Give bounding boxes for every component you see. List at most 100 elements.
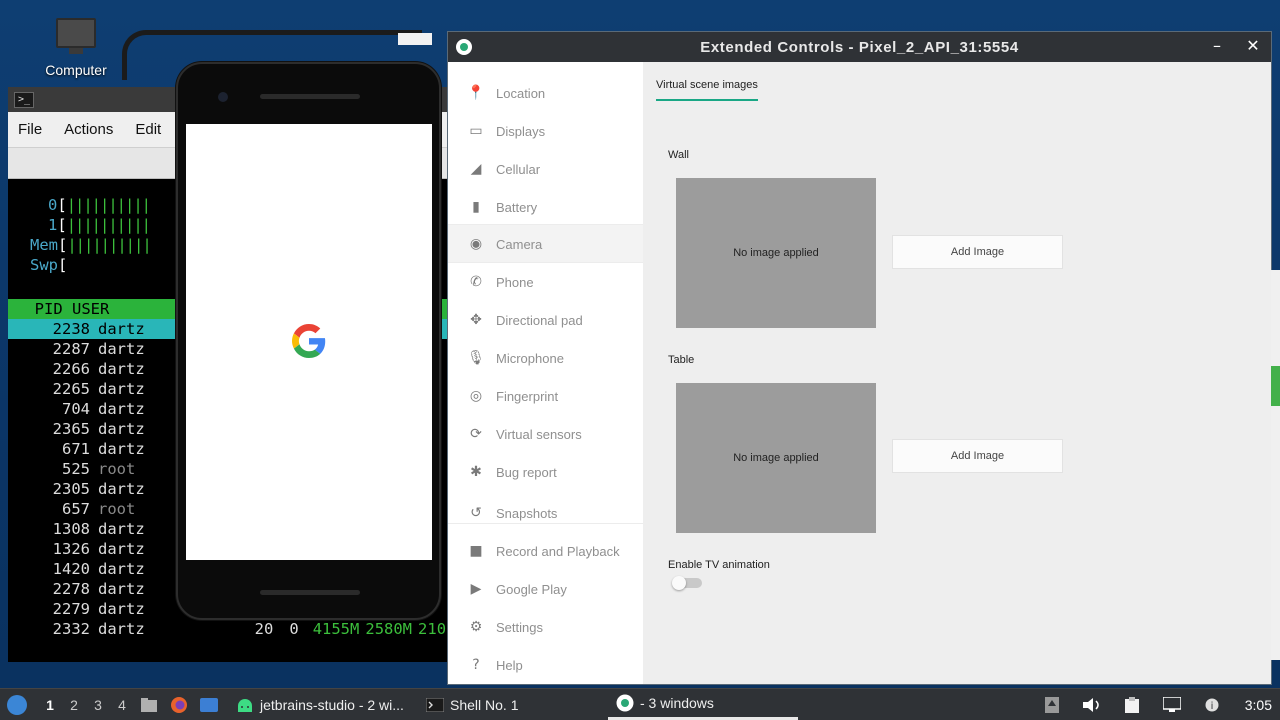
emulator-screen[interactable] [186,124,432,560]
taskbar: 1234 jetbrains-studio - 2 wi... Shell No.… [0,688,1280,720]
start-logo-icon [7,694,27,715]
menu-actions[interactable]: Actions [64,121,113,138]
taskbar-task[interactable]: - 3 windows [608,690,798,720]
sidebar-item-label: Snapshots [496,505,558,521]
sidebar-item-snapshots[interactable]: ↺ Snapshots [448,494,643,532]
extended-controls-sidebar: 📍 Location ▭ Displays ◢ Cellular ▮ Battery ◉ Came… [448,62,643,684]
table-image-preview: No image applied [676,383,876,533]
process-user: dartz [98,400,145,418]
desktop-icon-label: Computer [45,62,107,78]
computer-icon [56,18,96,48]
sidebar-item-label: Directional pad [496,312,583,328]
system-tray: i 3:05 [1037,689,1280,720]
taskbar-task-label: - 3 windows [640,695,714,711]
tray-updates-icon[interactable] [1040,695,1064,715]
start-menu-button[interactable] [2,690,32,720]
process-pid: 2278 [52,580,90,598]
sidebar-item-label: Cellular [496,161,541,177]
sidebar-item-label: Bug report [496,464,557,480]
process-priority: 20 [254,620,274,638]
cellular-signal-icon: ◢ [470,161,482,177]
microphone-icon: 🎙 [467,350,485,366]
notifications-icon[interactable]: i [1200,695,1224,715]
process-pid: 2265 [52,380,90,398]
process-user: dartz [98,600,145,618]
sidebar-item-fingerprint[interactable]: ◎ Fingerprint [448,377,643,415]
process-pid: 2279 [52,600,90,618]
process-pid: 2332 [52,620,90,638]
terminal-icon: >_ [14,91,34,108]
table-label: Table [668,354,695,366]
clipboard-icon[interactable] [1120,695,1144,715]
sidebar-item-help[interactable]: ? Help [448,646,643,684]
sidebar-item-microphone[interactable]: 🎙 Microphone [448,339,643,377]
wall-label: Wall [668,149,689,161]
sidebar-item-camera[interactable]: ◉ Camera [448,225,643,263]
sidebar-item-label: Record and Playback [496,543,620,559]
top-speaker [260,94,360,99]
workspace-4[interactable]: 4 [110,697,134,713]
menu-edit[interactable]: Edit [135,121,161,138]
google-play-icon: ▶ [470,581,482,597]
android-icon [236,696,254,714]
firefox-icon[interactable] [167,695,191,715]
display-icon: ▭ [469,123,483,139]
sidebar-item-location[interactable]: 📍 Location [448,74,643,112]
tv-animation-label: Enable TV animation [668,559,770,571]
minimize-button[interactable]: – [1207,36,1227,55]
sidebar-item-directional-pad[interactable]: ✥ Directional pad [448,301,643,339]
dpad-icon: ✥ [470,312,482,328]
process-pid: 2305 [52,480,90,498]
workspace-2[interactable]: 2 [62,697,86,713]
sidebar-item-record-and-playback[interactable]: ■ Record and Playback [448,532,643,570]
close-button[interactable]: ✕ [1243,36,1263,55]
tv-animation-toggle[interactable] [672,576,702,590]
process-user: dartz [98,440,145,458]
process-user: dartz [98,520,145,538]
sidebar-item-virtual-sensors[interactable]: ⟳ Virtual sensors [448,415,643,453]
process-user: dartz [98,320,145,338]
help-icon: ? [472,657,480,673]
process-pid: 1420 [52,560,90,578]
sidebar-item-phone[interactable]: ✆ Phone [448,263,643,301]
sidebar-item-displays[interactable]: ▭ Displays [448,112,643,150]
menu-file[interactable]: File [18,121,42,138]
process-user: root [98,500,136,518]
desktop-show-icon[interactable] [197,695,221,715]
workspace-1[interactable]: 1 [38,697,62,713]
tab-virtual-scene-images[interactable]: Virtual scene images [656,79,758,101]
network-icon[interactable] [1160,695,1184,715]
sidebar-item-label: Settings [496,619,543,635]
file-manager-icon[interactable] [137,695,161,715]
process-row[interactable]: 2332dartz2004155M2580M2105M [8,619,453,639]
process-user: dartz [98,340,145,358]
taskbar-task-label: jetbrains-studio - 2 wi... [260,696,404,713]
virtual-sensors-icon: ⟳ [470,426,482,442]
process-pid: 704 [62,400,90,418]
sidebar-item-label: Google Play [496,581,567,597]
process-user: dartz [98,420,145,438]
process-pid: 2287 [52,340,90,358]
taskbar-task[interactable]: jetbrains-studio - 2 wi... [228,690,418,720]
clock[interactable]: 3:05 [1245,697,1272,713]
sidebar-item-label: Phone [496,274,534,290]
gear-icon: ⚙ [469,619,483,635]
wall-add-image-button[interactable]: Add Image [892,235,1063,269]
extended-controls-titlebar[interactable]: Extended Controls - Pixel_2_API_31:5554 … [448,32,1271,62]
workspace-3[interactable]: 3 [86,697,110,713]
volume-icon[interactable] [1080,695,1104,715]
sidebar-item-settings[interactable]: ⚙ Settings [448,608,643,646]
sidebar-item-label: Camera [496,236,543,252]
process-user: dartz [98,620,145,638]
sidebar-item-bug-report[interactable]: ✱ Bug report [448,453,643,491]
extended-controls-window[interactable]: Extended Controls - Pixel_2_API_31:5554 … [447,31,1272,685]
table-add-image-button[interactable]: Add Image [892,439,1063,473]
process-pid: 1326 [52,540,90,558]
sidebar-item-cellular[interactable]: ◢ Cellular [448,150,643,188]
sidebar-item-google-play[interactable]: ▶ Google Play [448,570,643,608]
sidebar-item-battery[interactable]: ▮ Battery [448,188,643,226]
computer-icon-stand [69,48,83,54]
taskbar-task[interactable]: Shell No. 1 [418,690,538,720]
desktop-icon-computer[interactable]: Computer [38,18,114,78]
process-user: dartz [98,480,145,498]
